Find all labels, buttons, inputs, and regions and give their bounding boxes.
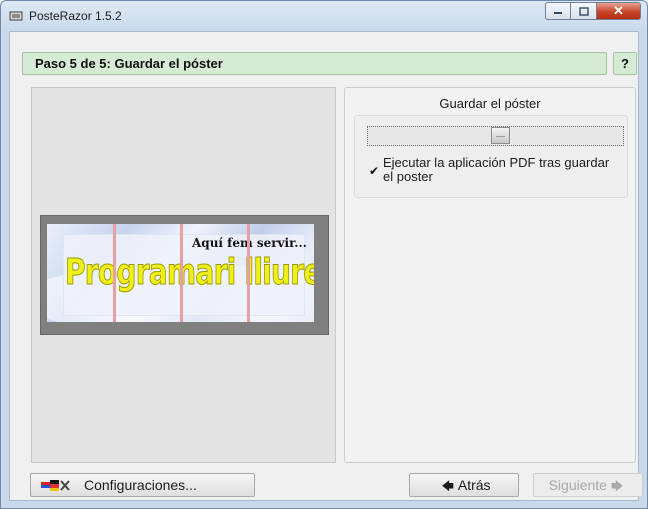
poster-frame: Aquí fem servir... Programari lliure [40, 215, 329, 335]
page-cut-line [113, 224, 116, 322]
next-arrow-icon: 🡆 [610, 479, 624, 493]
step-title: Paso 5 de 5: Guardar el póster [35, 56, 223, 71]
settings-panel: Guardar el póster ✔ Ejecutar la aplicaci… [344, 87, 636, 463]
poster-preview: Aquí fem servir... Programari lliure [31, 87, 336, 463]
checkbox-check-icon[interactable]: ✔ [369, 164, 379, 178]
poster-image: Aquí fem servir... Programari lliure [47, 224, 314, 322]
settings-button-label: Configuraciones... [84, 477, 197, 493]
window-controls: ✕ [545, 2, 641, 21]
help-button[interactable]: ? [613, 52, 637, 75]
client-area: Paso 5 de 5: Guardar el póster ? Aquí fe… [9, 31, 643, 501]
close-button[interactable]: ✕ [597, 2, 641, 20]
close-icon: ✕ [613, 3, 624, 18]
language-flags-icon [41, 480, 70, 491]
next-button[interactable]: Siguiente 🡆 [533, 473, 643, 497]
back-button-label: Atrás [457, 477, 491, 493]
launch-pdf-checkbox-label[interactable]: Ejecutar la aplicación PDF tras guardar … [383, 156, 613, 184]
maximize-icon [578, 6, 589, 16]
page-cut-line [180, 224, 183, 322]
save-options-group: ✔ Ejecutar la aplicación PDF tras guarda… [354, 115, 628, 198]
poster-title: Programari lliure [65, 252, 314, 294]
settings-title: Guardar el póster [439, 96, 541, 111]
slider-handle[interactable] [491, 127, 510, 144]
app-window: PosteRazor 1.5.2 ✕ Paso 5 de 5: Guardar … [0, 0, 648, 509]
app-icon [9, 11, 23, 21]
back-arrow-icon: 🡄 [441, 479, 454, 493]
minimize-icon [554, 12, 562, 14]
window-title: PosteRazor 1.5.2 [29, 9, 122, 23]
minimize-button[interactable] [545, 2, 571, 20]
back-button[interactable]: 🡄 Atrás [409, 473, 519, 497]
page-cut-line [247, 224, 250, 322]
step-header: Paso 5 de 5: Guardar el póster [22, 52, 607, 75]
settings-button[interactable]: Configuraciones... [30, 473, 255, 497]
maximize-button[interactable] [571, 2, 597, 20]
title-bar[interactable]: PosteRazor 1.5.2 ✕ [1, 1, 647, 31]
next-button-label: Siguiente [548, 477, 607, 493]
